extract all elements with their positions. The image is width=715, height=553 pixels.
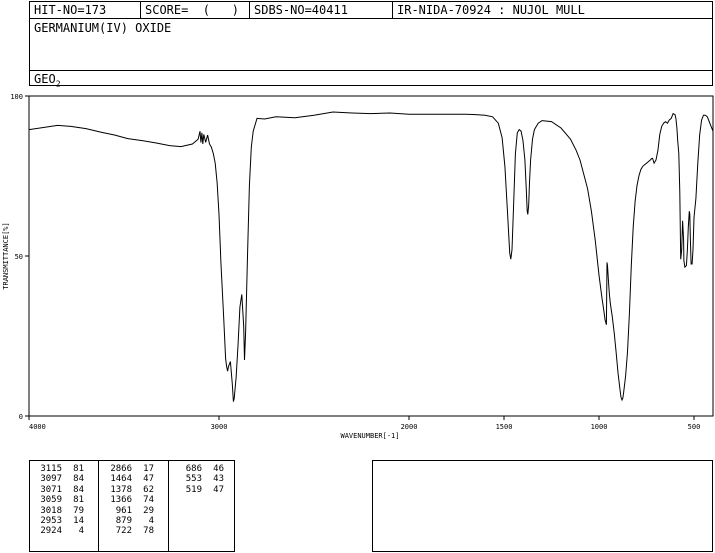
x-axis: 4000 3000 2000 1500 1000 500 <box>28 416 701 431</box>
peak-row: 519 47 <box>172 485 224 495</box>
peak-row: 3097 84 <box>32 474 84 484</box>
peak-transmittance: 84 <box>73 484 84 495</box>
peak-row: 3059 81 <box>32 495 84 505</box>
peak-table: 3115 81 3097 84 3071 84 3059 81 3018 79 2953 14 2924… <box>29 460 235 552</box>
spectrum-header: HIT-NO=173 SCORE= ( ) SDBS-NO=40411 IR-N… <box>29 1 713 88</box>
y-axis: 0 50 100 <box>10 93 29 421</box>
peak-transmittance: 78 <box>143 526 154 537</box>
hit-number: HIT-NO=173 <box>34 3 107 17</box>
transmittance-line <box>28 111 714 402</box>
peak-column-divider <box>168 461 169 551</box>
peak-transmittance: 47 <box>143 474 154 485</box>
peak-transmittance: 46 <box>213 464 224 474</box>
formula-divider <box>30 70 712 71</box>
peak-wavenumber: 1464 <box>110 474 132 485</box>
peak-transmittance: 81 <box>73 495 84 506</box>
peak-row: 2953 14 <box>32 516 84 526</box>
peak-row: 553 43 <box>172 474 224 484</box>
peak-row: 1378 62 <box>102 485 154 495</box>
peak-column-1: 3115 81 3097 84 3071 84 3059 81 3018 79 2953 14 2924… <box>32 464 84 537</box>
peak-row: 3018 79 <box>32 506 84 516</box>
peak-wavenumber: 3059 <box>40 495 62 506</box>
peak-column-divider <box>98 461 99 551</box>
compound-name: GERMANIUM(IV) OXIDE <box>34 21 172 35</box>
peak-transmittance: 17 <box>143 464 154 474</box>
peak-wavenumber: 879 <box>115 515 132 526</box>
peak-wavenumber: 1378 <box>110 484 132 495</box>
x-tick-label: 2000 <box>401 423 418 431</box>
peak-row: 3071 84 <box>32 485 84 495</box>
x-tick-label: 4000 <box>29 423 46 431</box>
peak-column-3: 686 46 553 43 519 47 <box>172 464 224 495</box>
peak-row: 2866 17 <box>102 464 154 474</box>
peak-row: 961 29 <box>102 506 154 516</box>
peak-transmittance: 62 <box>143 484 154 495</box>
peak-transmittance: 74 <box>143 495 154 506</box>
peak-column-2: 2866 17 1464 47 1378 62 1366 74 961 29 879 4 722 78 <box>102 464 154 537</box>
peak-transmittance: 84 <box>73 474 84 485</box>
plot-frame <box>28 95 714 417</box>
peak-transmittance: 29 <box>143 505 154 516</box>
peak-wavenumber: 2953 <box>40 515 62 526</box>
peak-row: 879 4 <box>102 516 154 526</box>
peak-wavenumber: 2866 <box>110 464 132 474</box>
ir-spectrum-chart: 0 50 100 4000 3000 2000 1500 1000 500 WAVENUMBE… <box>2 93 714 440</box>
peak-transmittance: 4 <box>148 515 154 526</box>
peak-wavenumber: 2924 <box>40 526 62 537</box>
peak-row: 2924 4 <box>32 526 84 536</box>
peak-wavenumber: 553 <box>185 474 202 485</box>
header-id-row: HIT-NO=173 SCORE= ( ) SDBS-NO=40411 IR-N… <box>30 2 712 19</box>
peak-wavenumber: 3018 <box>40 505 62 516</box>
sdbs-number: SDBS-NO=40411 <box>254 3 348 17</box>
x-tick-label: 1500 <box>496 423 513 431</box>
score: SCORE= ( ) <box>145 3 239 17</box>
peak-wavenumber: 519 <box>185 484 202 495</box>
peak-row: 1464 47 <box>102 474 154 484</box>
x-tick-label: 3000 <box>211 423 228 431</box>
x-tick-label: 1000 <box>591 423 608 431</box>
peak-transmittance: 47 <box>213 484 224 495</box>
peak-wavenumber: 1366 <box>110 495 132 506</box>
y-axis-label: TRANSMITTANCE[%] <box>2 222 10 289</box>
y-tick-label: 0 <box>19 413 23 421</box>
peak-wavenumber: 3097 <box>40 474 62 485</box>
peak-wavenumber: 722 <box>115 526 132 537</box>
x-tick-label: 500 <box>688 423 701 431</box>
peak-transmittance: 79 <box>73 505 84 516</box>
peak-transmittance: 81 <box>73 464 84 474</box>
peak-row: 1366 74 <box>102 495 154 505</box>
peak-transmittance: 14 <box>73 515 84 526</box>
peak-wavenumber: 961 <box>115 505 132 516</box>
y-tick-label: 100 <box>10 93 23 101</box>
formula-base: GEO <box>34 72 56 86</box>
peak-wavenumber: 3071 <box>40 484 62 495</box>
peak-row: 686 46 <box>172 464 224 474</box>
ir-nida-sample-info: IR-NIDA-70924 : NUJOL MULL <box>397 3 585 17</box>
peak-row: 722 78 <box>102 526 154 536</box>
peak-row: 3115 81 <box>32 464 84 474</box>
y-tick-label: 50 <box>15 253 23 261</box>
peak-wavenumber: 686 <box>185 464 202 474</box>
peak-transmittance: 4 <box>78 526 84 537</box>
empty-info-panel <box>372 460 713 552</box>
x-axis-label: WAVENUMBER[-1] <box>340 432 399 440</box>
peak-wavenumber: 3115 <box>40 464 62 474</box>
peak-transmittance: 43 <box>213 474 224 485</box>
